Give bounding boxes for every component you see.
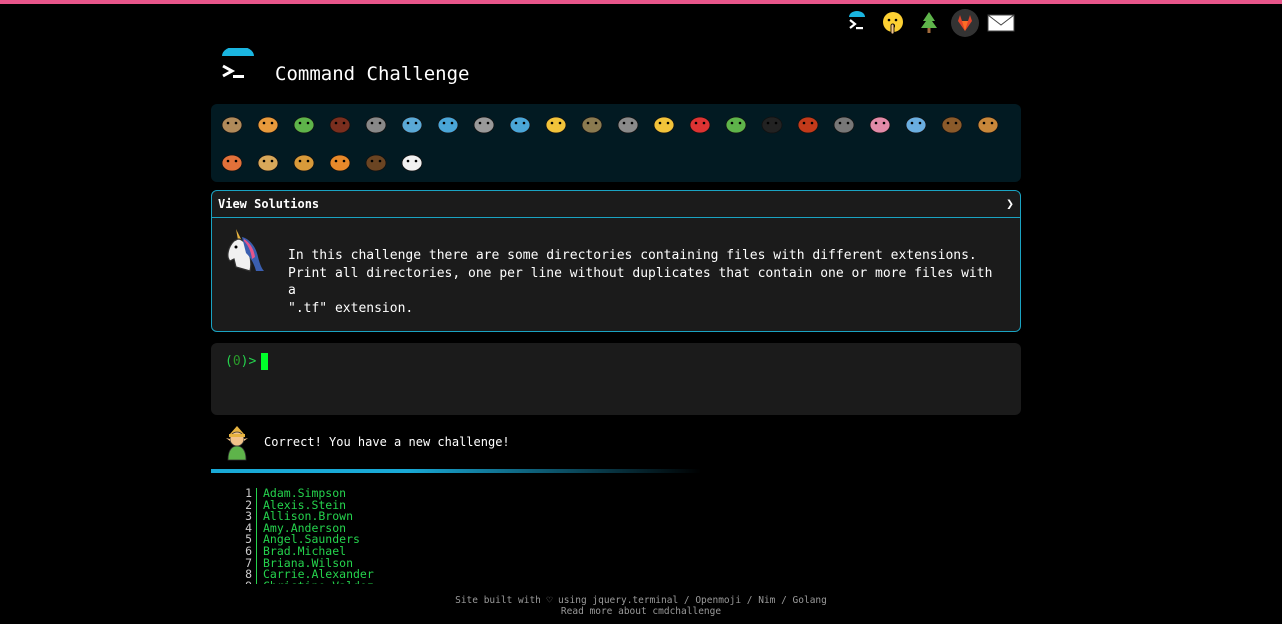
view-solutions-label: View Solutions	[218, 197, 320, 211]
terminal-prompt: (0)>	[225, 354, 256, 369]
ant-icon[interactable]	[325, 109, 355, 139]
lion-icon[interactable]	[289, 147, 319, 177]
challenge-description: In this challenge there are some directo…	[288, 248, 993, 316]
butterfly-icon[interactable]	[253, 109, 283, 139]
terminal[interactable]: (0)>	[211, 343, 1021, 415]
tree-icon[interactable]	[914, 8, 944, 38]
whale-icon[interactable]	[397, 109, 427, 139]
shushing-face-icon[interactable]	[878, 8, 908, 38]
spider-icon[interactable]	[757, 109, 787, 139]
snail-icon[interactable]	[217, 109, 247, 139]
terminal-cursor[interactable]	[261, 353, 268, 370]
cat-icon[interactable]	[253, 147, 283, 177]
ladybug-icon[interactable]	[685, 109, 715, 139]
spider-web-icon[interactable]	[361, 109, 391, 139]
result-divider	[211, 469, 701, 473]
page-title: Command Challenge	[275, 63, 470, 85]
envelope-icon[interactable]	[986, 8, 1016, 38]
prompt-count: 0	[232, 354, 241, 369]
wolf-icon[interactable]	[613, 109, 643, 139]
prompt-open: (	[225, 354, 233, 369]
tropical-fish-icon[interactable]	[541, 109, 571, 139]
dog-icon[interactable]	[973, 109, 1003, 139]
challenge-panel: View Solutions ❯ In this challenge there…	[211, 190, 1021, 332]
footer-read-more-link[interactable]: Read more about cmdchallenge	[0, 606, 1282, 617]
unicorn-icon	[220, 225, 272, 277]
fish-icon[interactable]	[505, 109, 535, 139]
worm-icon[interactable]	[865, 109, 895, 139]
output-list: 1 Adam.Simpson 2 Alexis.Stein 3 Allison.Brown…	[232, 488, 612, 584]
dolphin-icon[interactable]	[433, 109, 463, 139]
line-number: 9	[232, 580, 257, 584]
logo-icon[interactable]	[216, 46, 260, 92]
prompt-close: )>	[240, 354, 257, 369]
monkey-icon[interactable]	[937, 109, 967, 139]
header-icon-bar	[842, 8, 1016, 38]
horse-icon[interactable]	[361, 147, 391, 177]
unicorn-icon[interactable]	[397, 147, 427, 177]
elf-icon	[221, 424, 253, 462]
top-accent-bar	[0, 0, 1282, 4]
directory-name: Christine.Valdez	[263, 580, 374, 584]
lizard-icon[interactable]	[721, 109, 751, 139]
dolphin-grey-icon[interactable]	[469, 109, 499, 139]
terminal-icon[interactable]	[842, 8, 872, 38]
footer: Site built with ♡ using jquery.terminal …	[0, 595, 1282, 617]
microbe-icon[interactable]	[901, 109, 931, 139]
view-solutions-toggle[interactable]: View Solutions ❯	[212, 191, 1020, 218]
gitlab-icon[interactable]	[950, 8, 980, 38]
scorpion-icon[interactable]	[793, 109, 823, 139]
tiger-icon[interactable]	[325, 147, 355, 177]
footer-credits: Site built with ♡ using jquery.terminal …	[455, 595, 827, 606]
result-message: Correct! You have a new challenge!	[264, 435, 510, 449]
list-item: 9 Christine.Valdez	[232, 580, 612, 584]
chevron-right-icon[interactable]: ❯	[1006, 197, 1014, 212]
bee-icon[interactable]	[649, 109, 679, 139]
caterpillar-icon[interactable]	[289, 109, 319, 139]
challenge-list	[211, 104, 1021, 182]
fly-icon[interactable]	[829, 109, 859, 139]
blowfish-icon[interactable]	[577, 109, 607, 139]
fox-icon[interactable]	[217, 147, 247, 177]
